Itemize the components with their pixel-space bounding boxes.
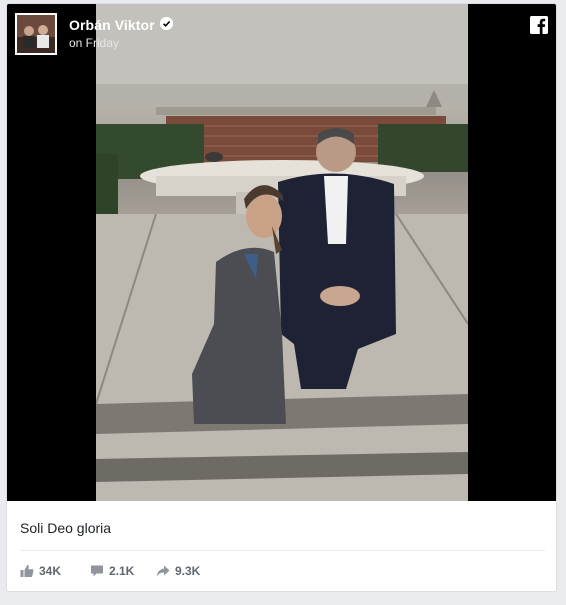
post-header: Orbán Viktor on Friday — [7, 4, 556, 64]
shares-stat[interactable]: 9.3K — [156, 562, 200, 580]
share-icon — [156, 565, 170, 577]
likes-count: 34K — [39, 564, 62, 578]
like-icon — [20, 565, 34, 577]
likes-stat[interactable]: 34K — [20, 562, 61, 580]
comments-stat[interactable]: 2.1K — [90, 562, 134, 580]
post-photo[interactable] — [96, 4, 468, 501]
post-caption: Soli Deo gloria — [20, 520, 112, 536]
post-stats: 34K 2.1K 9.3K — [20, 562, 545, 580]
author-avatar[interactable] — [15, 13, 57, 55]
comments-count: 2.1K — [109, 564, 135, 578]
embedded-post: Orbán Viktor on Friday Soli Deo gloria 3… — [6, 3, 557, 592]
post-timestamp[interactable]: on Friday — [69, 36, 119, 50]
shares-count: 9.3K — [175, 564, 201, 578]
facebook-icon[interactable] — [530, 16, 548, 34]
author-name[interactable]: Orbán Viktor — [69, 17, 155, 33]
comment-icon — [91, 565, 103, 577]
post-media[interactable]: Orbán Viktor on Friday — [7, 4, 556, 501]
divider — [20, 550, 545, 551]
verified-badge-icon — [160, 17, 173, 30]
